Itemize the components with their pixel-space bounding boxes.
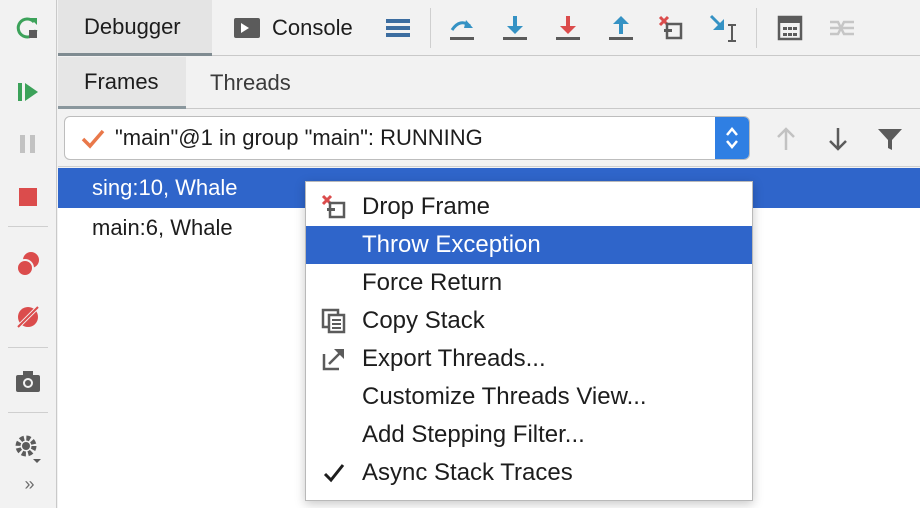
gear-icon[interactable] xyxy=(10,430,46,466)
more-icon[interactable]: » xyxy=(0,474,57,495)
pause-icon[interactable] xyxy=(10,126,46,162)
previous-frame-icon[interactable] xyxy=(769,122,803,156)
stop-icon[interactable] xyxy=(10,179,46,215)
frame-label: main:6, Whale xyxy=(92,215,233,240)
step-over-icon[interactable] xyxy=(442,8,482,48)
frame-label: sing:10, Whale xyxy=(92,175,238,200)
menu-item-drop-frame[interactable]: Drop Frame xyxy=(306,188,752,226)
thread-selector[interactable]: "main"@1 in group "main": RUNNING xyxy=(64,116,750,160)
menu-item-export-threads[interactable]: Export Threads... xyxy=(306,340,752,378)
rerun-icon[interactable] xyxy=(10,10,46,46)
step-out-icon[interactable] xyxy=(601,8,641,48)
tab-frames-label: Frames xyxy=(84,68,159,94)
drop-frame-icon xyxy=(306,188,362,226)
layout-menu-icon[interactable] xyxy=(378,8,418,48)
resume-icon[interactable] xyxy=(10,74,46,110)
tab-debugger[interactable]: Debugger xyxy=(58,0,212,56)
step-into-icon[interactable] xyxy=(495,8,535,48)
thread-selector-row: "main"@1 in group "main": RUNNING xyxy=(58,110,920,167)
trace-stream-icon[interactable] xyxy=(822,8,862,48)
view-breakpoints-icon[interactable] xyxy=(10,246,46,282)
menu-item-async-stack-traces[interactable]: Async Stack Traces xyxy=(306,454,752,492)
console-icon xyxy=(234,18,260,38)
menu-item-customize-threads-view[interactable]: Customize Threads View... xyxy=(306,378,752,416)
menu-item-label: Add Stepping Filter... xyxy=(362,421,585,448)
next-frame-icon[interactable] xyxy=(821,122,855,156)
menu-item-throw-exception[interactable]: Throw Exception xyxy=(306,226,752,264)
camera-icon[interactable] xyxy=(10,364,46,400)
menu-item-label: Copy Stack xyxy=(362,307,485,334)
frame-context-menu: Drop Frame Throw Exception Force Return … xyxy=(305,181,753,501)
force-step-into-icon[interactable] xyxy=(548,8,588,48)
debugger-side-toolbar: » xyxy=(0,0,57,508)
thread-selector-value: "main"@1 in group "main": RUNNING xyxy=(115,125,483,150)
tab-threads-label: Threads xyxy=(210,70,291,95)
export-icon xyxy=(306,340,362,378)
copy-icon xyxy=(306,302,362,340)
menu-item-label: Export Threads... xyxy=(362,345,546,372)
menu-item-label: Force Return xyxy=(362,269,503,296)
menu-item-label: Customize Threads View... xyxy=(362,383,647,410)
tab-frames[interactable]: Frames xyxy=(58,57,186,109)
debugger-toolbar: Debugger Console xyxy=(58,0,920,56)
menu-item-add-stepping-filter[interactable]: Add Stepping Filter... xyxy=(306,416,752,454)
run-to-cursor-icon[interactable] xyxy=(703,8,743,48)
menu-item-label: Throw Exception xyxy=(362,231,541,258)
mute-breakpoints-icon[interactable] xyxy=(10,299,46,335)
frames-threads-tabs: Frames Threads xyxy=(58,57,920,109)
filter-icon[interactable] xyxy=(873,122,907,156)
tab-threads[interactable]: Threads xyxy=(210,57,291,109)
dropdown-arrow-icon[interactable] xyxy=(715,117,749,159)
menu-item-label: Async Stack Traces xyxy=(362,459,573,486)
menu-item-label: Drop Frame xyxy=(362,193,491,220)
evaluate-expression-icon[interactable] xyxy=(770,8,810,48)
tab-debugger-label: Debugger xyxy=(84,13,181,39)
tab-console-label: Console xyxy=(272,15,353,40)
tab-console[interactable]: Console xyxy=(234,0,353,56)
drop-frame-icon[interactable] xyxy=(651,8,691,48)
checkmark-icon xyxy=(306,454,362,492)
menu-item-copy-stack[interactable]: Copy Stack xyxy=(306,302,752,340)
menu-item-force-return[interactable]: Force Return xyxy=(306,264,752,302)
check-icon xyxy=(65,127,115,149)
